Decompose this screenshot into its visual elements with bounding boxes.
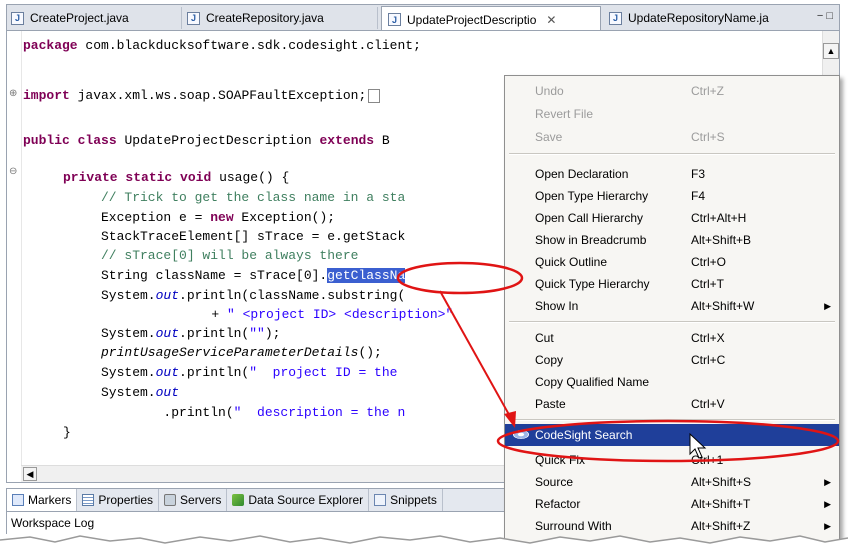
menu-item-revert-file[interactable]: Revert File xyxy=(505,103,839,125)
tab-label: UpdateProjectDescriptio xyxy=(407,12,537,27)
menu-item-show-in[interactable]: Show In Alt+Shift+W ▶ xyxy=(505,295,839,317)
scroll-left-icon[interactable]: ◀ xyxy=(23,467,37,481)
scroll-up-icon[interactable]: ▲ xyxy=(823,43,839,59)
tab-properties[interactable]: Properties xyxy=(77,489,160,511)
code-line-println-2: System.out.println(""); xyxy=(101,326,281,341)
tab-servers[interactable]: Servers xyxy=(159,489,228,511)
code-line-comment-1: // Trick to get the class name in a sta xyxy=(101,190,406,205)
menu-item-open-call-hierarchy[interactable]: Open Call Hierarchy Ctrl+Alt+H xyxy=(505,207,839,229)
code-line-import: import javax.xml.ws.soap.SOAPFaultExcept… xyxy=(23,87,381,105)
codesight-icon xyxy=(513,430,529,439)
view-tab-bar: Markers Properties Servers Data Source E… xyxy=(6,488,566,512)
window-controls[interactable]: − □ xyxy=(817,10,833,22)
menu-item-quick-outline[interactable]: Quick Outline Ctrl+O xyxy=(505,251,839,273)
context-menu: Undo Ctrl+Z Revert File Save Ctrl+S Open D… xyxy=(504,75,840,545)
code-line-println-1: System.out.println(className.substring( xyxy=(101,288,406,303)
tab-data-source-explorer[interactable]: Data Source Explorer xyxy=(227,489,370,511)
menu-item-codesight-search[interactable]: CodeSight Search xyxy=(505,424,839,446)
java-file-icon: J xyxy=(388,13,401,26)
menu-separator xyxy=(509,321,835,323)
java-file-icon: J xyxy=(187,11,200,25)
menu-item-undo[interactable]: Undo Ctrl+Z xyxy=(505,80,839,102)
tab-label: UpdateRepositoryName.ja xyxy=(628,11,769,25)
tab-create-project[interactable]: J CreateProject.java xyxy=(11,7,182,29)
code-line-comment-2: // sTrace[0] will be always there xyxy=(101,248,359,263)
menu-item-copy[interactable]: Copy Ctrl+C xyxy=(505,349,839,371)
code-line-method: private static void usage() { xyxy=(63,170,290,185)
close-icon[interactable]: ✕ xyxy=(546,13,556,27)
menu-item-show-in-breadcrumb[interactable]: Show in Breadcrumb Alt+Shift+B xyxy=(505,229,839,251)
submenu-arrow-icon: ▶ xyxy=(824,301,831,311)
code-line-exception: Exception e = new Exception(); xyxy=(101,210,336,225)
code-line-package: package com.blackducksoftware.sdk.codesi… xyxy=(23,38,421,53)
tab-label: CreateProject.java xyxy=(30,11,129,25)
menu-item-quick-type-hierarchy[interactable]: Quick Type Hierarchy Ctrl+T xyxy=(505,273,839,295)
menu-item-refactor[interactable]: Refactor Alt+Shift+T ▶ xyxy=(505,493,839,515)
menu-item-quick-fix[interactable]: Quick Fix Ctrl+1 xyxy=(505,449,839,471)
java-file-icon: J xyxy=(11,11,24,25)
data-source-icon xyxy=(232,494,245,506)
properties-icon xyxy=(82,494,95,506)
menu-item-save[interactable]: Save Ctrl+S xyxy=(505,126,839,148)
tab-create-repository[interactable]: J CreateRepository.java xyxy=(187,7,378,29)
code-line-concat: + " <project ID> <description>" xyxy=(149,307,454,322)
tab-update-project-description[interactable]: J UpdateProjectDescriptio ✕ xyxy=(381,6,601,32)
code-line-class: public class UpdateProjectDescription ex… xyxy=(23,133,390,148)
submenu-arrow-icon: ▶ xyxy=(824,499,831,509)
submenu-arrow-icon: ▶ xyxy=(824,477,831,487)
tab-snippets[interactable]: Snippets xyxy=(369,489,443,511)
code-line-stacktrace: StackTraceElement[] sTrace = e.getStack xyxy=(101,229,406,244)
selected-text: getClassNa xyxy=(327,268,406,283)
editor-tab-bar: J CreateProject.java J CreateRepository.… xyxy=(6,4,840,32)
torn-edge-decoration xyxy=(0,535,848,559)
code-line-println-4: .println(" description = the n xyxy=(101,405,406,420)
left-ruler: ⊕ ⊖ xyxy=(7,31,22,482)
markers-icon xyxy=(12,494,24,506)
tab-update-repository-name[interactable]: J UpdateRepositoryName.ja xyxy=(603,7,799,29)
menu-item-source[interactable]: Source Alt+Shift+S ▶ xyxy=(505,471,839,493)
java-file-icon: J xyxy=(609,11,622,25)
code-line-print-usage: printUsageServiceParameterDetails(); xyxy=(101,345,382,360)
code-line-println-3: System.out.println(" project ID = the xyxy=(101,365,398,380)
menu-item-open-declaration[interactable]: Open Declaration F3 xyxy=(505,163,839,185)
menu-separator xyxy=(509,419,835,421)
horizontal-scrollbar[interactable]: ◀ xyxy=(21,465,531,482)
code-line-system-out: System.out xyxy=(101,385,180,400)
code-line-close-brace: } xyxy=(63,425,71,440)
menu-separator xyxy=(509,153,835,155)
menu-item-paste[interactable]: Paste Ctrl+V xyxy=(505,393,839,415)
collapse-method-icon[interactable]: ⊖ xyxy=(9,167,19,177)
collapsed-imports-box[interactable] xyxy=(368,88,381,103)
expand-import-icon[interactable]: ⊕ xyxy=(9,89,19,99)
menu-item-copy-qualified-name[interactable]: Copy Qualified Name xyxy=(505,371,839,393)
snippets-icon xyxy=(374,494,387,506)
tab-label: CreateRepository.java xyxy=(206,11,324,25)
tab-markers[interactable]: Markers xyxy=(7,489,78,511)
code-line-classname: String className = sTrace[0].getClassNa xyxy=(101,268,406,283)
servers-icon xyxy=(164,494,177,506)
menu-item-cut[interactable]: Cut Ctrl+X xyxy=(505,327,839,349)
menu-item-open-type-hierarchy[interactable]: Open Type Hierarchy F4 xyxy=(505,185,839,207)
